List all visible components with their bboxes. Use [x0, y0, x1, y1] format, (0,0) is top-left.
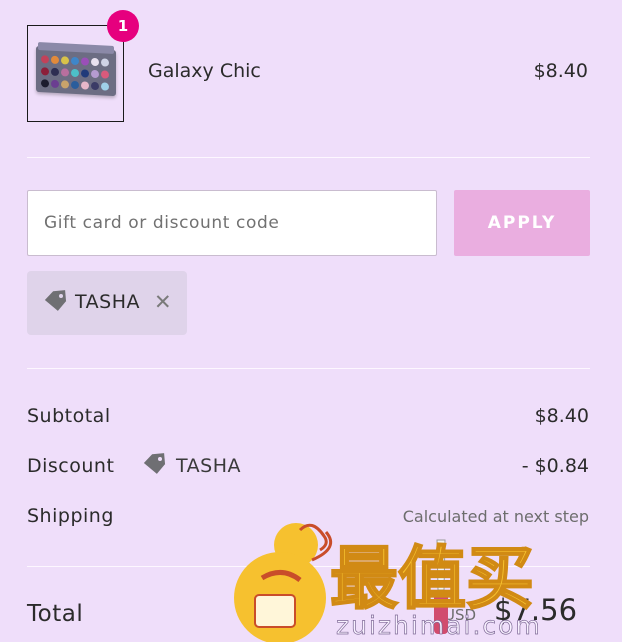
- product-name: Galaxy Chic: [148, 60, 261, 82]
- apply-button[interactable]: APPLY: [454, 190, 590, 256]
- discount-value: - $0.84: [521, 455, 589, 477]
- product-thumbnail: [27, 25, 124, 122]
- divider: [27, 566, 590, 567]
- divider: [27, 157, 590, 158]
- applied-code-label: TASHA: [75, 291, 140, 313]
- subtotal-value: $8.40: [534, 405, 589, 427]
- tag-icon: [143, 453, 167, 479]
- discount-code-input[interactable]: Gift card or discount code: [27, 190, 437, 256]
- discount-input-placeholder: Gift card or discount code: [44, 213, 280, 233]
- eyeshadow-palette-image: [36, 42, 116, 97]
- total-value: $7.56: [494, 593, 578, 627]
- subtotal-label: Subtotal: [27, 405, 111, 427]
- quantity-badge: 1: [107, 10, 139, 42]
- currency-code: USD: [444, 606, 477, 624]
- gourd-logo: [234, 523, 333, 642]
- shipping-label: Shipping: [27, 505, 114, 527]
- total-label: Total: [27, 601, 84, 627]
- product-price: $8.40: [533, 60, 588, 82]
- discount-code: TASHA: [176, 455, 241, 477]
- tag-icon: [44, 290, 68, 316]
- divider: [27, 368, 590, 369]
- discount-label: Discount: [27, 455, 115, 477]
- shipping-value: Calculated at next step: [402, 507, 589, 526]
- remove-discount-icon[interactable]: ✕: [154, 292, 172, 313]
- applied-discount-chip: TASHA ✕: [27, 271, 187, 335]
